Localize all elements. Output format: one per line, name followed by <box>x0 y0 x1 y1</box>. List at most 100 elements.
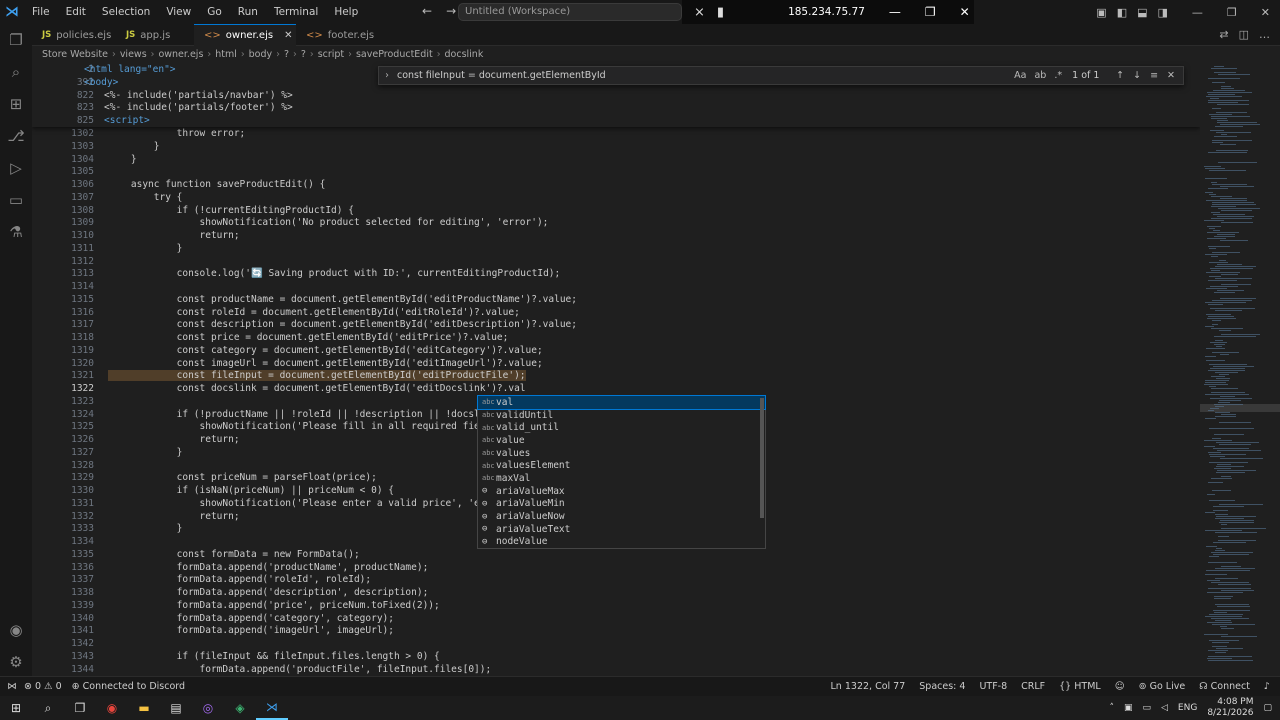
code-line[interactable]: if (isNaN(priceNum) || priceNum < 0) { <box>108 485 394 496</box>
menu-item-terminal[interactable]: Terminal <box>266 0 326 24</box>
copilot-icon[interactable]: ☺ <box>1115 681 1125 692</box>
accounts-icon[interactable]: ◉ <box>0 614 32 646</box>
code-line[interactable]: formData.append('imageUrl', imageUrl); <box>108 625 394 636</box>
start-button-icon[interactable]: ⊞ <box>0 696 32 720</box>
back-arrow-icon[interactable]: ← <box>422 4 432 18</box>
remote-indicator-icon[interactable]: ⋈ <box>0 677 24 697</box>
file-explorer-icon[interactable]: ▬ <box>128 696 160 720</box>
find-input[interactable]: const fileInput = document.getElementByI… <box>395 70 1014 81</box>
remote-explorer-icon[interactable]: ▭ <box>0 184 32 216</box>
menu-item-edit[interactable]: Edit <box>58 0 94 24</box>
suggest-scrollbar[interactable] <box>760 398 764 518</box>
win-restore-icon[interactable]: ❐ <box>1227 6 1237 19</box>
code-line[interactable]: formData.append('productName', productNa… <box>108 562 429 573</box>
terminal-icon[interactable]: ▤ <box>160 696 192 720</box>
win-close-icon[interactable]: ✕ <box>1261 6 1270 19</box>
suggestion-item[interactable]: ⊖ ariaValueMin <box>478 498 765 511</box>
run-debug-icon[interactable]: ▷ <box>0 152 32 184</box>
code-line[interactable]: formData.append('productFile', fileInput… <box>108 664 492 675</box>
suggestion-item[interactable]: ⊖ ariaValueText <box>478 523 765 536</box>
tab-owner[interactable]: <> owner.ejs ✕ <box>194 24 296 46</box>
menu-item-run[interactable]: Run <box>230 0 266 24</box>
tray-app-icon[interactable]: ▣ <box>1124 703 1133 713</box>
code-line[interactable]: if (!productName || !roleId || !descript… <box>108 409 526 420</box>
win-minimize-icon[interactable]: — <box>1192 6 1203 19</box>
code-line[interactable]: try { <box>108 192 183 203</box>
breadcrumb-item[interactable]: body <box>249 49 273 60</box>
suggestion-item[interactable]: ⊖ ariaValueNow <box>478 510 765 523</box>
vscode-taskbar-icon[interactable]: ⋊ <box>256 696 288 720</box>
sidebar-toggle-icon[interactable]: ◧ <box>1117 6 1127 19</box>
breadcrumb-item[interactable]: views <box>120 49 147 60</box>
problems-indicator[interactable]: ⊗ 0 ⚠ 0 <box>24 681 62 692</box>
next-match-icon[interactable]: ↓ <box>1133 70 1141 81</box>
menu-item-selection[interactable]: Selection <box>94 0 158 24</box>
menu-item-help[interactable]: Help <box>326 0 366 24</box>
tab-policies[interactable]: JS policies.ejs <box>32 24 116 46</box>
app-icon-purple[interactable]: ◎ <box>192 696 224 720</box>
go-live-button[interactable]: ⊚ Go Live <box>1139 681 1186 692</box>
discord-status[interactable]: ⊕ Connected to Discord <box>72 681 185 692</box>
code-line[interactable]: } <box>108 154 137 165</box>
minimize-icon[interactable]: — <box>889 5 901 19</box>
close-find-icon[interactable]: ✕ <box>1167 70 1175 81</box>
source-control-icon[interactable]: ⎇ <box>0 120 32 152</box>
testing-icon[interactable]: ⚗ <box>0 216 32 248</box>
previous-match-icon[interactable]: ↑ <box>1116 70 1124 81</box>
code-line[interactable]: return; <box>108 434 240 445</box>
breadcrumb-item[interactable]: html <box>215 49 237 60</box>
code-line[interactable]: formData.append('category', category); <box>108 613 394 624</box>
app-icon-green[interactable]: ◈ <box>224 696 256 720</box>
tab-app[interactable]: JS app.js <box>116 24 194 46</box>
code-editor[interactable]: 2 <html lang="en"> 392 <body> 822 <%- include… <box>32 62 1200 676</box>
settings-gear-icon[interactable]: ⚙ <box>0 646 32 678</box>
open-changes-icon[interactable]: ⇄ <box>1219 28 1228 41</box>
tray-chevron-icon[interactable]: ˄ <box>1109 703 1114 713</box>
code-line[interactable]: showNotification('Please enter a valid p… <box>108 498 520 509</box>
taskbar-search-icon[interactable]: ⌕ <box>32 696 64 720</box>
code-line[interactable]: } <box>108 243 183 254</box>
code-line[interactable]: const category = document.getElementById… <box>108 345 543 356</box>
network-icon[interactable]: ▭ <box>1142 703 1151 713</box>
tab-footer[interactable]: <> footer.ejs <box>296 24 378 46</box>
clock[interactable]: 4:08 PM 8/21/2026 <box>1207 697 1253 719</box>
language-mode[interactable]: {} HTML <box>1059 681 1101 692</box>
breadcrumb-item[interactable]: saveProductEdit <box>356 49 433 60</box>
code-line[interactable]: const productName = document.getElementB… <box>108 294 577 305</box>
split-editor-icon[interactable]: ◫ <box>1239 28 1249 41</box>
suggestion-item[interactable]: abc validUntil <box>478 409 765 422</box>
suggestion-item[interactable]: abc value <box>478 434 765 447</box>
code-line[interactable]: const formData = new FormData(); <box>108 549 360 560</box>
code-line[interactable]: async function saveProductEdit() { <box>108 179 325 190</box>
chrome-icon[interactable]: ◉ <box>96 696 128 720</box>
task-view-icon[interactable]: ❐ <box>64 696 96 720</box>
code-line[interactable]: const imageUrl = document.getElementById… <box>108 358 543 369</box>
code-line[interactable]: const description = document.getElementB… <box>108 319 577 330</box>
layout-toggle-icon[interactable]: ▣ <box>1096 6 1106 19</box>
breadcrumb-item[interactable]: ? <box>301 49 306 60</box>
find-in-selection-icon[interactable]: ≡ <box>1150 70 1158 81</box>
breadcrumb-item[interactable]: ? <box>284 49 289 60</box>
code-line[interactable]: return; <box>108 230 240 241</box>
sticky-code-line[interactable]: <script> <box>104 115 150 126</box>
code-line[interactable]: if (fileInput && fileInput.files.length … <box>108 651 440 662</box>
sticky-code-line[interactable]: <html lang="en"> <box>84 64 176 75</box>
regex-icon[interactable]: .* <box>1054 70 1062 81</box>
code-line[interactable]: } <box>108 141 160 152</box>
code-line[interactable]: showNotification('No product selected fo… <box>108 217 549 228</box>
line-ending[interactable]: CRLF <box>1021 681 1045 692</box>
suggestion-item[interactable]: abc valid_until <box>478 421 765 434</box>
connect-button[interactable]: ☊ Connect <box>1199 681 1250 692</box>
breadcrumb-item[interactable]: script <box>318 49 344 60</box>
code-line[interactable]: if (!currentEditingProductId) { <box>108 205 354 216</box>
code-line[interactable]: console.log('🔄 Saving product with ID:',… <box>108 268 561 279</box>
code-line[interactable]: } <box>108 523 183 534</box>
breadcrumb-item[interactable]: docslink <box>445 49 484 60</box>
secondary-sidebar-icon[interactable]: ◨ <box>1158 6 1168 19</box>
sticky-code-line[interactable]: <body> <box>84 77 118 88</box>
close-icon[interactable]: ✕ <box>960 5 970 19</box>
match-word-icon[interactable]: ab <box>1034 70 1046 81</box>
minimap[interactable] <box>1200 62 1280 676</box>
breadcrumb-item[interactable]: Store Website <box>42 49 108 60</box>
code-line[interactable]: formData.append('roleId', roleId); <box>108 574 371 585</box>
